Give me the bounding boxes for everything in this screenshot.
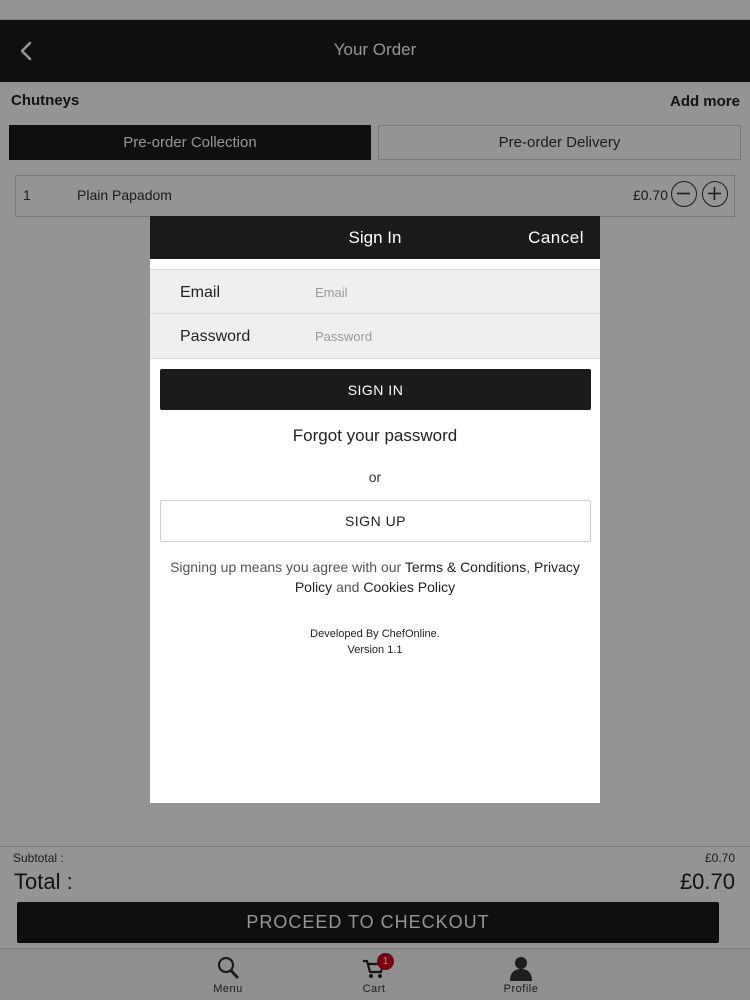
email-row: Email xyxy=(150,269,600,314)
email-label: Email xyxy=(180,284,221,301)
forgot-password-link[interactable]: Forgot your password xyxy=(150,426,600,446)
terms-conditions-link[interactable]: Terms & Conditions xyxy=(405,559,526,575)
dialog-header: Sign In Cancel xyxy=(150,216,600,259)
password-field[interactable] xyxy=(315,322,585,350)
sign-up-button[interactable]: SIGN UP xyxy=(160,500,591,542)
developer-credit: Developed By ChefOnline. Version 1.1 xyxy=(150,626,600,658)
terms-and-text: and xyxy=(332,579,364,595)
developed-by-text: Developed By ChefOnline. xyxy=(310,628,440,640)
or-separator: or xyxy=(368,469,382,485)
password-label: Password xyxy=(180,328,251,345)
cancel-button[interactable]: Cancel xyxy=(528,228,584,248)
sign-in-dialog: Sign In Cancel Email Password SIGN IN Fo… xyxy=(150,216,600,803)
sign-in-button[interactable]: SIGN IN xyxy=(160,369,591,410)
terms-notice: Signing up means you agree with our Term… xyxy=(162,557,588,597)
terms-prefix-text: Signing up means you agree with our xyxy=(170,559,405,575)
version-text: Version 1.1 xyxy=(347,644,403,656)
cookies-policy-link[interactable]: Cookies Policy xyxy=(363,579,455,595)
password-row: Password xyxy=(150,314,600,359)
terms-separator-text: , xyxy=(526,559,535,575)
email-field[interactable] xyxy=(315,278,585,306)
